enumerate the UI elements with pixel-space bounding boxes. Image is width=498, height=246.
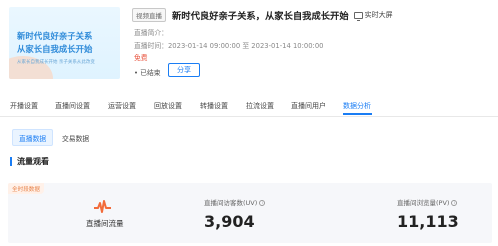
uv-value: 3,904 <box>204 212 255 231</box>
price-label: 免费 <box>134 54 148 62</box>
main-tabs: 开播设置 直播间设置 运营设置 回放设置 转播设置 拉流设置 直播间用户 数据分… <box>0 97 498 117</box>
uv-label-text: 直播间访客数(UV) <box>204 199 258 207</box>
section-title: 流量观看 <box>10 157 49 166</box>
tab-room-users[interactable]: 直播间用户 <box>291 101 326 111</box>
traffic-label: 直播间流量 <box>86 219 124 228</box>
intro-label: 直播简介： <box>134 29 168 37</box>
cover-title-line1: 新时代良好亲子关系 <box>17 31 93 41</box>
monitor-icon[interactable] <box>353 11 363 21</box>
subtab-chat-data[interactable]: 交易数据 <box>56 129 95 146</box>
pv-label: 直播间浏览量(PV) i <box>397 197 458 207</box>
tab-operation-settings[interactable]: 运营设置 <box>108 101 136 111</box>
pv-label-text: 直播间浏览量(PV) <box>397 199 450 207</box>
live-type-badge: 视频直播 <box>132 8 166 22</box>
tab-broadcast-settings[interactable]: 开播设置 <box>10 101 38 111</box>
info-icon[interactable]: i <box>259 200 266 206</box>
subtab-live-data[interactable]: 直播数据 <box>12 129 54 146</box>
tab-replay-settings[interactable]: 回放设置 <box>154 101 182 111</box>
uv-label: 直播间访客数(UV) i <box>204 197 266 207</box>
active-tab-indicator <box>343 113 372 115</box>
cover-subtitle: 从家长自我成长开始 亲子关系从此改变 <box>17 60 95 65</box>
tab-data-analysis[interactable]: 数据分析 <box>343 101 371 111</box>
live-title: 新时代良好亲子关系，从家长自我成长开始 <box>172 11 349 22</box>
tab-pull-stream-settings[interactable]: 拉流设置 <box>246 101 274 111</box>
time-value: 2023-01-14 09:00:00 至 2023-01-14 10:00:0… <box>167 42 324 50</box>
status-badge: • 已结束 <box>134 69 161 77</box>
realtime-screen-link[interactable]: 实时大屏 <box>365 10 393 20</box>
time-label: 直播时间： <box>134 42 168 50</box>
live-info: 视频直播 新时代良好亲子关系，从家长自我成长开始 实时大屏 <box>132 6 494 24</box>
live-cover-image: 新时代良好亲子关系 从家长自我成长开始 从家长自我成长开始 亲子关系从此改变 <box>9 7 120 79</box>
tab-relay-settings[interactable]: 转播设置 <box>200 101 228 111</box>
live-time: 直播时间：2023-01-14 09:00:00 至 2023-01-14 10… <box>134 40 323 50</box>
tab-room-settings[interactable]: 直播间设置 <box>55 101 90 111</box>
cover-title-line2: 从家长自我成长开始 <box>17 44 93 54</box>
pv-value: 11,113 <box>397 212 459 231</box>
pulse-icon <box>94 200 111 213</box>
info-icon[interactable]: i <box>451 200 458 206</box>
live-intro: 直播简介： <box>134 27 168 37</box>
share-button[interactable]: 分享 <box>168 63 200 77</box>
all-period-tag: 全时段数据 <box>8 183 44 194</box>
title-row: 视频直播 新时代良好亲子关系，从家长自我成长开始 实时大屏 <box>132 6 494 24</box>
